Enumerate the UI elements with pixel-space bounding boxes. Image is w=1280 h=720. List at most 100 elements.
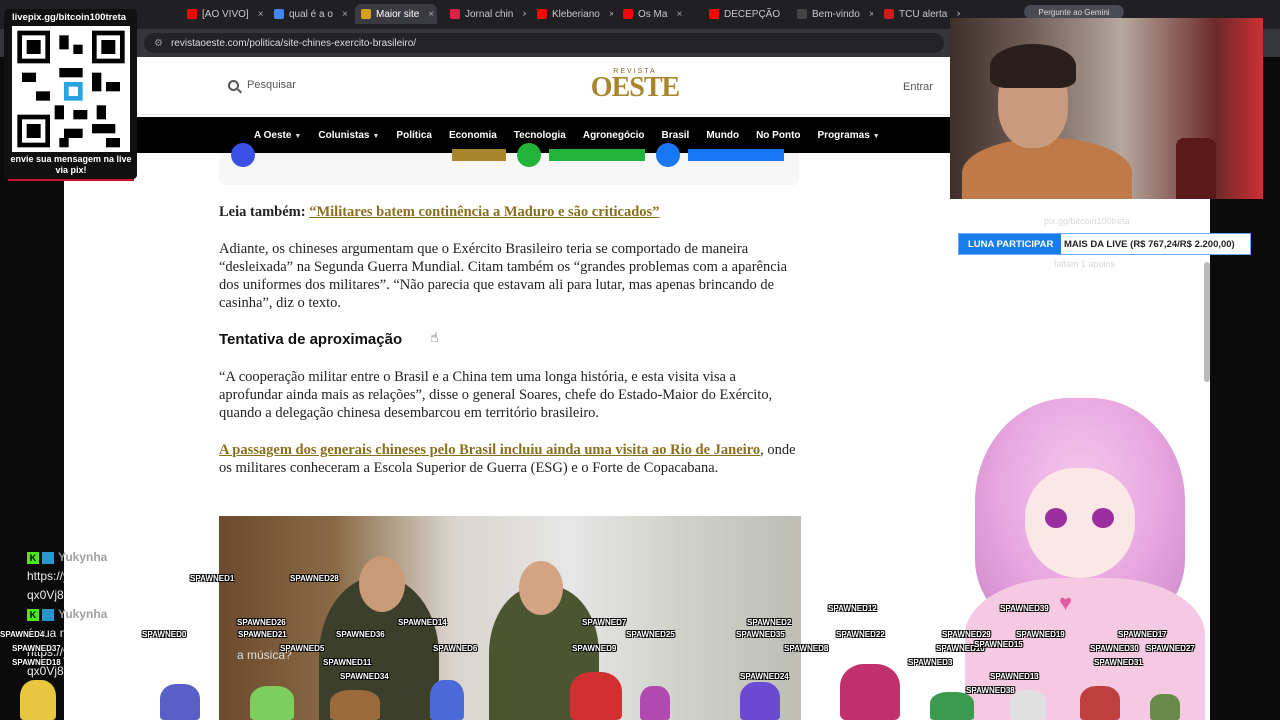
share-facebook-icon[interactable]: [231, 143, 255, 167]
search-icon: [228, 79, 239, 91]
browser-tab[interactable]: Kleberiano ×: [531, 4, 613, 24]
nav-item-label: Programas: [817, 129, 870, 141]
tab-label: Jornal chin: [465, 8, 514, 20]
nav-item[interactable]: Colunistas ▼: [318, 130, 379, 141]
browser-tab[interactable]: [AO VIVO] ×: [181, 4, 263, 24]
site-info-icon[interactable]: ⚙: [154, 38, 163, 49]
login-link[interactable]: Entrar: [903, 81, 933, 93]
nav-item[interactable]: No Ponto: [756, 130, 800, 141]
tab-favicon-icon: [797, 9, 807, 19]
read-also-label: Leia também:: [219, 204, 306, 220]
browser-tab[interactable]: Bem-vindo ×: [791, 4, 873, 24]
qr-url: livepix.gg/bitcoin100treta: [12, 12, 127, 23]
article-body: Leia também: “Militares batem continênci…: [219, 203, 801, 496]
nav-item[interactable]: Brasil: [662, 130, 690, 141]
chat-message: K Yukynha é sua música?: [27, 605, 217, 643]
tab-label: Bem-vindo: [812, 8, 860, 20]
pix-qr-panel: livepix.gg/bitcoin100treta envie sua men…: [4, 9, 137, 179]
nav-item-label: No Ponto: [756, 129, 801, 141]
nav-item[interactable]: A Oeste ▼: [254, 130, 301, 141]
site-header: Pesquisar REVISTA OESTE Entrar: [136, 57, 1010, 115]
platform-icon: [42, 551, 54, 564]
nav-item[interactable]: Política: [396, 130, 432, 141]
chat-text: qx0Vj8dXA1: [27, 588, 94, 602]
nav-item[interactable]: Agronegócio: [583, 130, 645, 141]
goal-faint-text: faltam 1 apoios: [1054, 259, 1116, 269]
browser-tab[interactable]: Jornal chin ×: [444, 4, 526, 24]
search-button[interactable]: Pesquisar: [228, 79, 296, 91]
article-photo: [219, 516, 801, 720]
tab-close-icon[interactable]: ×: [676, 9, 682, 20]
chevron-down-icon: ▼: [294, 132, 302, 140]
chat-text: https://youtube/hp...w?si=sipIZY: [27, 645, 198, 659]
gemini-button[interactable]: Pergunte ao Gemini: [1024, 5, 1124, 19]
paragraph: Adiante, os chineses argumentam que o Ex…: [219, 241, 788, 311]
qr-code: [12, 26, 130, 152]
read-also: Leia também: “Militares batem continênci…: [219, 203, 801, 221]
tab-close-icon[interactable]: ×: [428, 9, 434, 20]
tab-label: Os Ma: [638, 8, 668, 20]
kick-icon: K: [27, 608, 39, 621]
nav-item-label: A Oeste: [254, 129, 292, 141]
tab-favicon-icon: [709, 9, 719, 19]
address-bar[interactable]: ⚙ revistaoeste.com/politica/site-chines-…: [144, 33, 944, 53]
webcam-feed: [950, 18, 1263, 199]
share-gold-button[interactable]: [452, 149, 506, 161]
tab-label: [AO VIVO]: [202, 8, 249, 20]
browser-tab[interactable]: Os Ma ×: [617, 4, 699, 24]
photo-person-head: [359, 556, 405, 612]
search-label: Pesquisar: [247, 79, 296, 91]
tab-close-icon[interactable]: ×: [342, 9, 348, 20]
tab-label: Kleberiano: [552, 8, 600, 20]
chat-message: K Yukynha https://youtu.be/hpuraw...?si=si…: [27, 548, 217, 586]
tab-close-icon[interactable]: ×: [258, 9, 263, 20]
tab-close-icon[interactable]: ×: [869, 9, 873, 20]
streamer-hair: [990, 44, 1076, 88]
chat-text: é sua música?: [27, 626, 105, 640]
page-scrollbar[interactable]: [1204, 262, 1210, 382]
chat-text: qx0Vj8dXAT: [27, 664, 93, 678]
kick-icon: K: [27, 551, 39, 564]
site-logo[interactable]: REVISTA OESTE: [585, 68, 685, 103]
section-heading: Tentativa de aproximação: [219, 331, 403, 348]
nav-item-label: Agronegócio: [582, 129, 645, 141]
nav-item-label: Colunistas: [318, 129, 370, 141]
article-link[interactable]: A passagem dos generais chineses pelo Br…: [219, 442, 760, 458]
chat-message: qx0Vj8dXA1: [27, 586, 217, 605]
read-also-link[interactable]: “Militares batem continência a Maduro e …: [309, 204, 659, 220]
tab-label: DECEPÇÃO: [724, 8, 781, 20]
tab-favicon-icon: [187, 9, 197, 19]
share-whatsapp-icon[interactable]: [517, 143, 541, 167]
nav-item[interactable]: Economia: [449, 130, 497, 141]
tab-close-icon[interactable]: ×: [522, 9, 526, 20]
tab-favicon-icon: [884, 9, 894, 19]
browser-tab[interactable]: DECEPÇÃO×: [703, 4, 785, 24]
tab-close-icon[interactable]: ×: [609, 9, 613, 20]
share-whatsapp-button[interactable]: [549, 149, 645, 161]
tab-favicon-icon: [274, 9, 284, 19]
logo-text: OESTE: [590, 72, 680, 103]
main-nav: A Oeste ▼ Colunistas ▼ Política Economia Tecno…: [136, 117, 1010, 153]
browser-tab[interactable]: qual é a o ×: [268, 4, 350, 24]
browser-tab[interactable]: Maior site ×: [355, 4, 437, 24]
paragraph: A passagem dos generais chineses pelo Br…: [219, 441, 801, 477]
nav-item[interactable]: Programas ▼: [818, 130, 880, 141]
nav-item[interactable]: Tecnologia: [514, 130, 566, 141]
qr-caption: envie sua mensagem na live via pix!: [8, 154, 134, 181]
nav-item[interactable]: Mundo: [706, 130, 739, 141]
url-text: revistaoeste.com/politica/site-chines-ex…: [170, 37, 417, 49]
chat-message: qx0Vj8dXAT: [27, 662, 217, 681]
share-telegram-icon[interactable]: [656, 143, 680, 167]
tab-label: Maior site: [376, 8, 420, 20]
nav-item-label: Mundo: [706, 129, 740, 141]
tab-favicon-icon: [450, 9, 460, 19]
nav-item-label: Economia: [449, 129, 497, 141]
tab-favicon-icon: [361, 9, 371, 19]
hand-cursor-icon: ☝: [430, 329, 439, 345]
browser-tab[interactable]: TCU alerta ×: [878, 4, 960, 24]
pixel-sprite: [20, 680, 56, 720]
chat-username: Yukynha: [58, 550, 108, 564]
goal-text: MAIS DA LIVE (R$ 767,24/R$ 2.200,00): [1064, 238, 1235, 250]
photo-person-head: [519, 561, 563, 615]
share-telegram-button[interactable]: [688, 149, 784, 161]
